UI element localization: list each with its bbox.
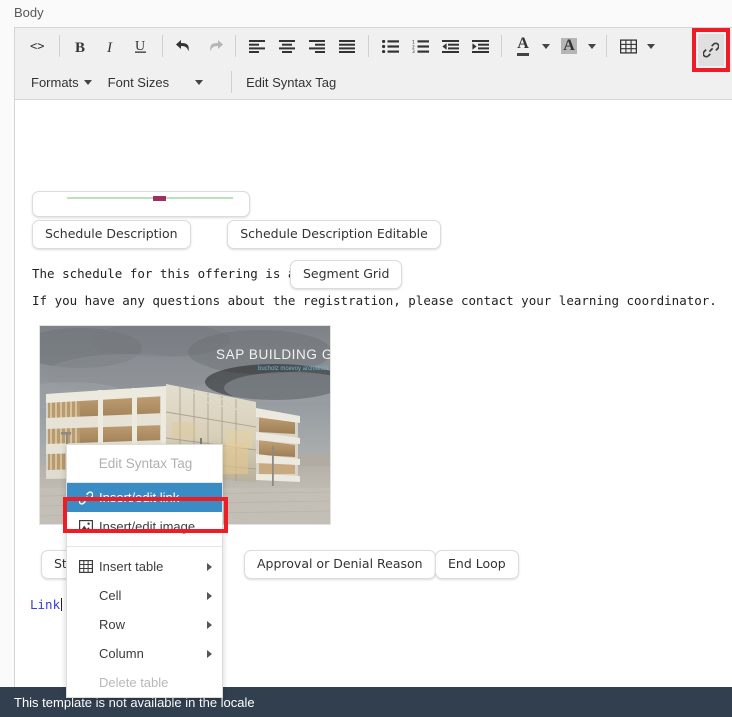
clipped-syntax-tag-pill[interactable] [32,191,250,217]
submenu-arrow-icon [207,620,212,629]
table-chevron-down-icon[interactable] [643,32,659,60]
outdent-icon[interactable] [435,32,465,60]
table-group [613,32,659,60]
svg-text:I: I [106,40,113,54]
menu-item-label: Cell [99,588,122,603]
font-sizes-label: Font Sizes [107,74,170,90]
bullet-list-icon[interactable] [375,32,405,60]
italic-icon[interactable]: I [96,32,126,60]
toolbar-separator [235,35,236,57]
menu-item-label: Delete table [99,675,169,690]
svg-text:<>: <> [30,39,44,53]
formats-label: Formats [31,74,79,90]
toolbar-separator [231,71,233,93]
toolbar-row-primary: <> B I U 1 2 3 A A [15,28,732,64]
link-anchor-text[interactable]: Link [30,597,63,612]
submenu-arrow-icon [207,649,212,658]
syntax-tag-pill-row-1: Schedule Description Schedule Descriptio… [32,220,441,249]
toolbar-separator [162,35,163,57]
menu-item-label: Insert table [99,559,164,574]
menu-divider [67,546,222,547]
pill-schedule-description[interactable]: Schedule Description [32,220,191,249]
align-right-icon[interactable] [302,32,332,60]
toolbar-separator [59,35,60,57]
editor-toolbar: <> B I U 1 2 3 A A Formats Font Sizes Ed… [15,28,732,100]
background-color-icon[interactable]: A [554,32,584,60]
menu-item-column[interactable]: Column [67,639,222,668]
chevron-down-icon [83,79,92,85]
toolbar-separator [606,35,607,57]
undo-icon[interactable] [169,32,199,60]
menu-item-insert-edit-link[interactable]: Insert/edit link [67,483,222,512]
align-left-icon[interactable] [242,32,272,60]
font-sizes-dropdown[interactable]: Font Sizes [100,75,225,90]
pill-pink-mark [153,196,166,201]
menu-item-cell[interactable]: Cell [67,581,222,610]
menu-item-delete-table[interactable]: Delete table [67,668,222,697]
underline-icon[interactable]: U [126,32,156,60]
image-icon [79,520,99,533]
menu-item-insert-table[interactable]: Insert table [67,552,222,581]
insert-edit-link-toolbar-button-active[interactable] [698,34,724,66]
align-justify-icon[interactable] [332,32,362,60]
edit-syntax-tag-label: Edit Syntax Tag [246,74,337,90]
link-icon [79,490,99,505]
text-color-chevron-down-icon[interactable] [538,32,554,60]
align-center-icon[interactable] [272,32,302,60]
chevron-down-icon [195,79,204,85]
numbered-list-icon[interactable]: 123 [405,32,435,60]
svg-text:3: 3 [412,49,415,53]
indent-icon[interactable] [465,32,495,60]
screen-root: Body <> B I U 1 2 3 A A Formats Font Siz… [0,0,732,717]
context-menu[interactable]: Edit Syntax Tag Insert/edit link Insert/… [66,444,223,698]
menu-item-insert-edit-image[interactable]: Insert/edit image [67,512,222,541]
pill-approval-or-denial-reason[interactable]: Approval or Denial Reason [244,550,436,579]
menu-item-label: Insert/edit link [99,490,180,505]
pill-schedule-description-editable[interactable]: Schedule Description Editable [227,220,441,249]
background-color-chevron-down-icon[interactable] [584,32,600,60]
pill-segment-grid[interactable]: Segment Grid [290,260,403,289]
context-menu-header: Edit Syntax Tag [67,445,222,483]
paragraph-questions: If you have any questions about the regi… [32,293,717,308]
menu-item-label: Row [99,617,126,632]
svg-text:SAP BUILDING GALWAY: SAP BUILDING GALWAY [216,347,330,362]
menu-item-label: Insert/edit image [99,519,196,534]
svg-text:bucholz mcevoy architects: bucholz mcevoy architects [258,366,328,372]
menu-item-label: Column [99,646,144,661]
redo-icon[interactable] [199,32,229,60]
text-color-group: A [508,32,554,60]
toolbar-separator [501,35,502,57]
pill-end-loop[interactable]: End Loop [435,550,519,579]
menu-item-row[interactable]: Row [67,610,222,639]
source-code-icon[interactable]: <> [23,32,53,60]
bold-icon[interactable]: B [66,32,96,60]
table-icon [79,560,99,573]
body-field-label: Body [14,5,44,20]
table-icon[interactable] [613,32,643,60]
text-cursor [61,598,63,611]
pill-green-rule [67,197,233,199]
submenu-arrow-icon [207,562,212,571]
svg-text:B: B [75,40,85,54]
formats-dropdown[interactable]: Formats [23,69,100,95]
toolbar-separator [368,35,369,57]
text-color-icon[interactable]: A [508,32,538,60]
edit-syntax-tag-button[interactable]: Edit Syntax Tag [238,69,344,95]
link-anchor-label: Link [30,597,61,612]
submenu-arrow-icon [207,591,212,600]
toolbar-row-secondary: Formats Font Sizes Edit Syntax Tag [15,64,732,100]
background-color-group: A [554,32,600,60]
